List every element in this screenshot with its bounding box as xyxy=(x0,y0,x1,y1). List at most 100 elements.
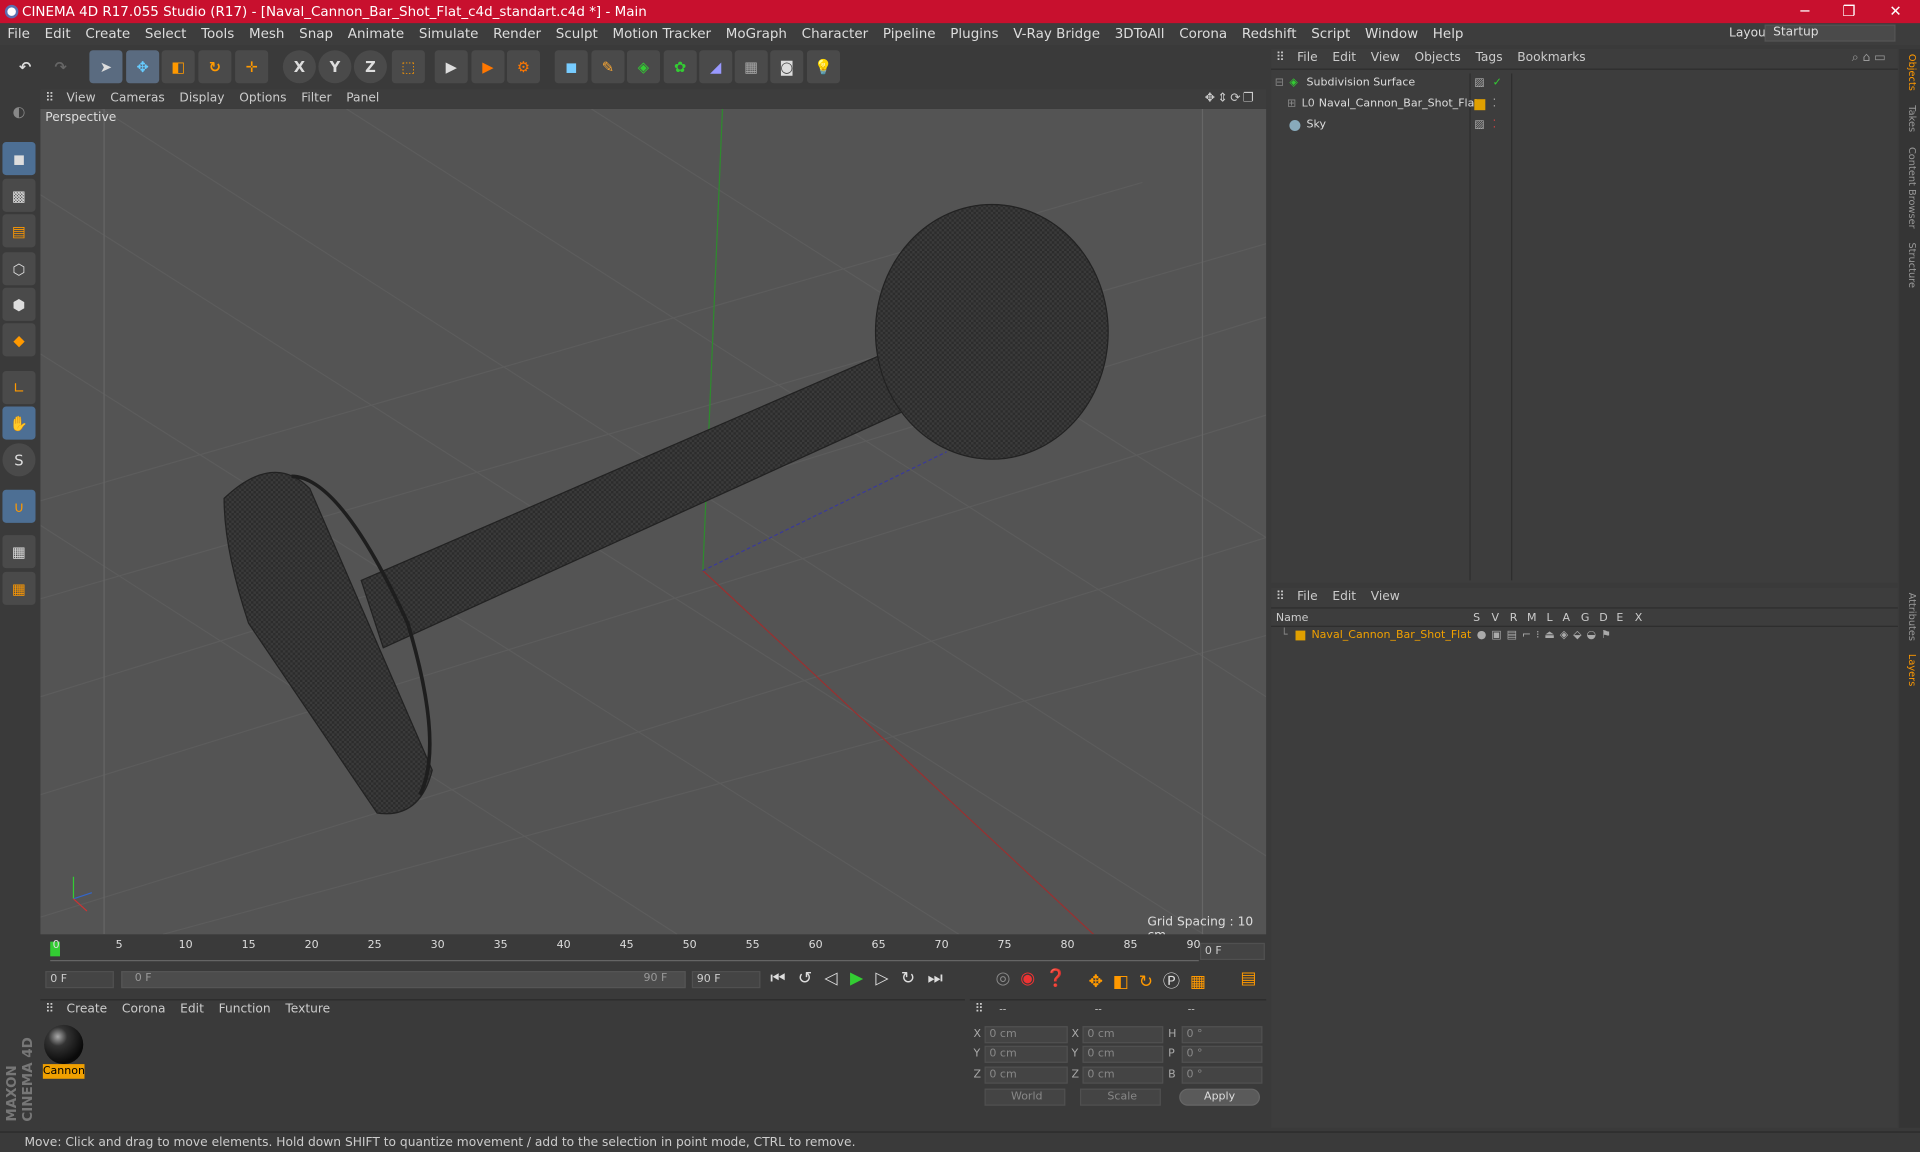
drag-handle-icon[interactable]: ⠿ xyxy=(1271,49,1290,69)
workplane-icon[interactable]: ▤ xyxy=(2,214,36,248)
object-menu-file[interactable]: File xyxy=(1290,49,1325,69)
x-axis-icon[interactable]: X xyxy=(282,50,316,84)
cube-object-icon[interactable]: ◼ xyxy=(554,50,588,84)
render-view-icon[interactable]: ▶ xyxy=(434,50,468,84)
end-frame-field[interactable]: 90 F xyxy=(691,971,761,989)
key-scale-icon[interactable]: ◧ xyxy=(1113,972,1139,992)
rot-b-field[interactable]: 0 ° xyxy=(1181,1066,1263,1084)
object-menu-bookmarks[interactable]: Bookmarks xyxy=(1510,49,1593,69)
key-position-icon[interactable]: ✥ xyxy=(1089,972,1113,992)
texture-mode-icon[interactable]: ▩ xyxy=(2,178,36,212)
enabled-check-icon[interactable]: ✓ xyxy=(1493,73,1502,93)
render-settings-icon[interactable]: ⚙ xyxy=(506,50,541,84)
visibility-dots-icon[interactable]: ⁚ xyxy=(1493,94,1497,114)
mograph-cloner-icon[interactable]: ✿ xyxy=(663,50,697,84)
undo-icon[interactable]: ↶ xyxy=(8,50,42,84)
layer-color-swatch[interactable] xyxy=(1474,99,1486,111)
viewport-menu-cameras[interactable]: Cameras xyxy=(103,89,172,109)
deformer-icon[interactable]: ◢ xyxy=(699,50,733,84)
drag-handle-icon[interactable]: ⠿ xyxy=(1271,588,1290,608)
menu-corona[interactable]: Corona xyxy=(1172,23,1235,45)
visibility-toggle-icon[interactable]: ▨ xyxy=(1474,115,1484,135)
menu-mesh[interactable]: Mesh xyxy=(242,23,292,45)
material-menu-create[interactable]: Create xyxy=(59,1000,114,1020)
menu-edit[interactable]: Edit xyxy=(37,23,78,45)
restore-icon[interactable]: ❐ xyxy=(1827,0,1871,23)
visibility-dots-icon[interactable]: ⁚ xyxy=(1493,115,1497,135)
object-menu-view[interactable]: View xyxy=(1363,49,1407,69)
coordinate-system-icon[interactable]: ⬚ xyxy=(391,50,425,84)
axis-mode-icon[interactable]: ∟ xyxy=(2,371,36,405)
menu-mograph[interactable]: MoGraph xyxy=(718,23,794,45)
layer-menu-file[interactable]: File xyxy=(1290,588,1325,608)
expand-icon[interactable]: ⊟ xyxy=(1275,73,1284,93)
apply-button[interactable]: Apply xyxy=(1179,1088,1261,1106)
viewport-perspective[interactable]: Perspective Grid Spacing : 10 cm xyxy=(40,108,1267,935)
object-menu-edit[interactable]: Edit xyxy=(1325,49,1363,69)
make-editable-icon[interactable]: ◐ xyxy=(2,94,36,128)
material-menu-texture[interactable]: Texture xyxy=(278,1000,338,1020)
pen-spline-icon[interactable]: ✎ xyxy=(591,50,625,84)
viewport-menu-view[interactable]: View xyxy=(59,89,103,109)
menu-window[interactable]: Window xyxy=(1358,23,1426,45)
loop-icon[interactable]: ↻ xyxy=(901,969,928,989)
object-menu-objects[interactable]: Objects xyxy=(1407,49,1468,69)
subdivision-icon[interactable]: ◈ xyxy=(626,50,661,84)
y-axis-icon[interactable]: Y xyxy=(318,50,352,84)
drag-handle-icon[interactable]: ⠿ xyxy=(40,1000,59,1020)
prev-key-icon[interactable]: ↺ xyxy=(798,969,825,989)
material-menu-function[interactable]: Function xyxy=(211,1000,278,1020)
menu-script[interactable]: Script xyxy=(1304,23,1358,45)
tab-content-browser[interactable]: Content Browser xyxy=(1902,147,1918,229)
start-frame-field[interactable]: 0 F xyxy=(45,971,114,989)
object-menu-tags[interactable]: Tags xyxy=(1468,49,1510,69)
layer-menu-edit[interactable]: Edit xyxy=(1325,588,1363,608)
go-to-start-icon[interactable]: ⏮ xyxy=(770,969,798,989)
drag-handle-icon[interactable]: ⠿ xyxy=(40,89,59,109)
layout-select[interactable]: Startup xyxy=(1764,24,1896,42)
menu-pipeline[interactable]: Pipeline xyxy=(876,23,943,45)
menu-render[interactable]: Render xyxy=(486,23,549,45)
autokey-icon[interactable]: ❓ xyxy=(1045,969,1076,989)
viewport-menu-filter[interactable]: Filter xyxy=(294,89,339,109)
object-row[interactable]: ⊞ L0 Naval_Cannon_Bar_Shot_Flat ⁚ xyxy=(1271,94,1898,114)
menu-vray-bridge[interactable]: V-Ray Bridge xyxy=(1006,23,1107,45)
viewport-nav-icons[interactable]: ✥⇕⟳❐ xyxy=(1197,89,1263,109)
snap-icon[interactable]: S xyxy=(2,443,36,477)
polygons-mode-icon[interactable]: ◆ xyxy=(2,323,36,357)
material-menu-edit[interactable]: Edit xyxy=(173,1000,211,1020)
tab-attributes[interactable]: Attributes xyxy=(1902,593,1918,641)
menu-help[interactable]: Help xyxy=(1425,23,1470,45)
rot-p-field[interactable]: 0 ° xyxy=(1181,1045,1263,1063)
rot-h-field[interactable]: 0 ° xyxy=(1181,1026,1263,1044)
magnet-icon[interactable]: ∪ xyxy=(2,489,36,523)
play-icon[interactable]: ▶ xyxy=(850,969,875,989)
menu-sculpt[interactable]: Sculpt xyxy=(548,23,605,45)
material-menu-corona[interactable]: Corona xyxy=(115,1000,173,1020)
menu-animate[interactable]: Animate xyxy=(340,23,411,45)
timeline-window-icon[interactable]: ▤ xyxy=(1240,969,1256,989)
menu-plugins[interactable]: Plugins xyxy=(943,23,1006,45)
tab-layers[interactable]: Layers xyxy=(1902,654,1918,686)
go-to-end-icon[interactable]: ⏭ xyxy=(927,969,955,989)
transform-tool-icon[interactable]: ✛ xyxy=(235,50,269,84)
rotate-tool-icon[interactable]: ↻ xyxy=(198,50,232,84)
tab-structure[interactable]: Structure xyxy=(1902,242,1918,288)
menu-file[interactable]: File xyxy=(0,23,37,45)
key-param-icon[interactable]: Ⓟ xyxy=(1163,972,1190,992)
current-frame-field[interactable]: 0 F xyxy=(1200,942,1265,961)
edges-mode-icon[interactable]: ⬢ xyxy=(2,287,36,321)
layer-row[interactable]: └ Naval_Cannon_Bar_Shot_Flat ●▣▤⌐⁝⏏◈⬙◒⚑ xyxy=(1271,627,1898,644)
next-frame-icon[interactable]: ▷ xyxy=(875,969,900,989)
object-row[interactable]: ⊟ ◈ Subdivision Surface ▨ ✓ xyxy=(1271,73,1898,93)
viewport-menu-display[interactable]: Display xyxy=(172,89,232,109)
minimize-icon[interactable]: ─ xyxy=(1783,0,1827,23)
key-rotation-icon[interactable]: ↻ xyxy=(1139,972,1163,992)
coordinate-space-select[interactable]: World xyxy=(984,1088,1066,1106)
menu-tools[interactable]: Tools xyxy=(194,23,242,45)
close-icon[interactable]: ✕ xyxy=(1873,0,1917,23)
timeline-ruler[interactable]: 0 5 10 15 20 25 30 35 40 45 50 55 60 65 70 75 80 85 90 0 F xyxy=(40,936,1267,964)
size-y-field[interactable]: 0 cm xyxy=(1082,1045,1164,1063)
menu-create[interactable]: Create xyxy=(78,23,137,45)
menu-3dtoall[interactable]: 3DToAll xyxy=(1107,23,1172,45)
